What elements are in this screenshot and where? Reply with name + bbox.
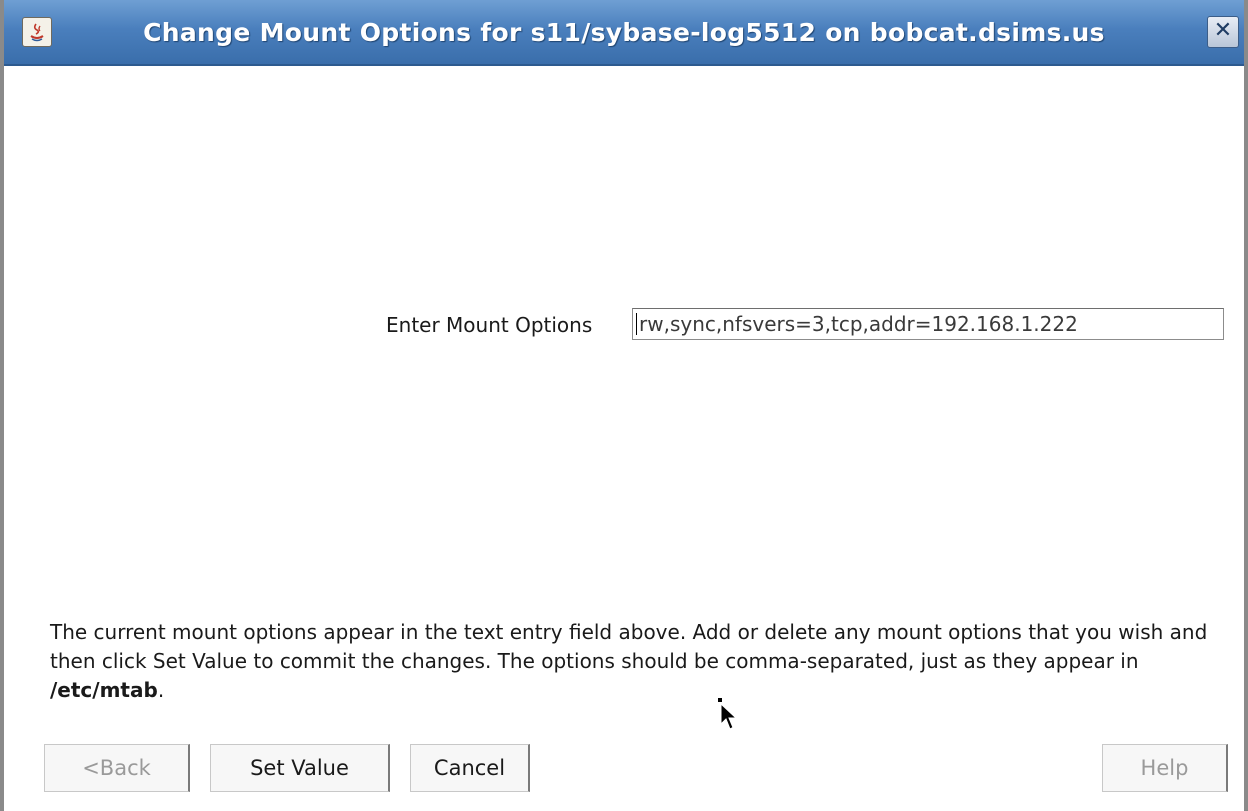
mount-options-label: Enter Mount Options: [386, 313, 593, 337]
cancel-button[interactable]: Cancel: [410, 744, 530, 792]
mount-options-dialog: Change Mount Options for s11/sybase-log5…: [0, 0, 1248, 811]
help-text-suffix: .: [157, 678, 165, 702]
set-value-button[interactable]: Set Value: [210, 744, 390, 792]
close-icon[interactable]: ✕: [1207, 16, 1239, 48]
back-button[interactable]: <Back: [44, 744, 190, 792]
help-button[interactable]: Help: [1102, 744, 1228, 792]
help-description: The current mount options appear in the …: [50, 618, 1210, 705]
mount-options-input[interactable]: [632, 308, 1224, 340]
mouse-pointer-icon: [718, 698, 740, 738]
mtab-path: /etc/mtab: [50, 678, 158, 702]
text-caret: [636, 313, 637, 335]
title-bar[interactable]: Change Mount Options for s11/sybase-log5…: [4, 0, 1244, 66]
window-title: Change Mount Options for s11/sybase-log5…: [143, 18, 1105, 47]
help-text-body: The current mount options appear in the …: [50, 620, 1208, 673]
